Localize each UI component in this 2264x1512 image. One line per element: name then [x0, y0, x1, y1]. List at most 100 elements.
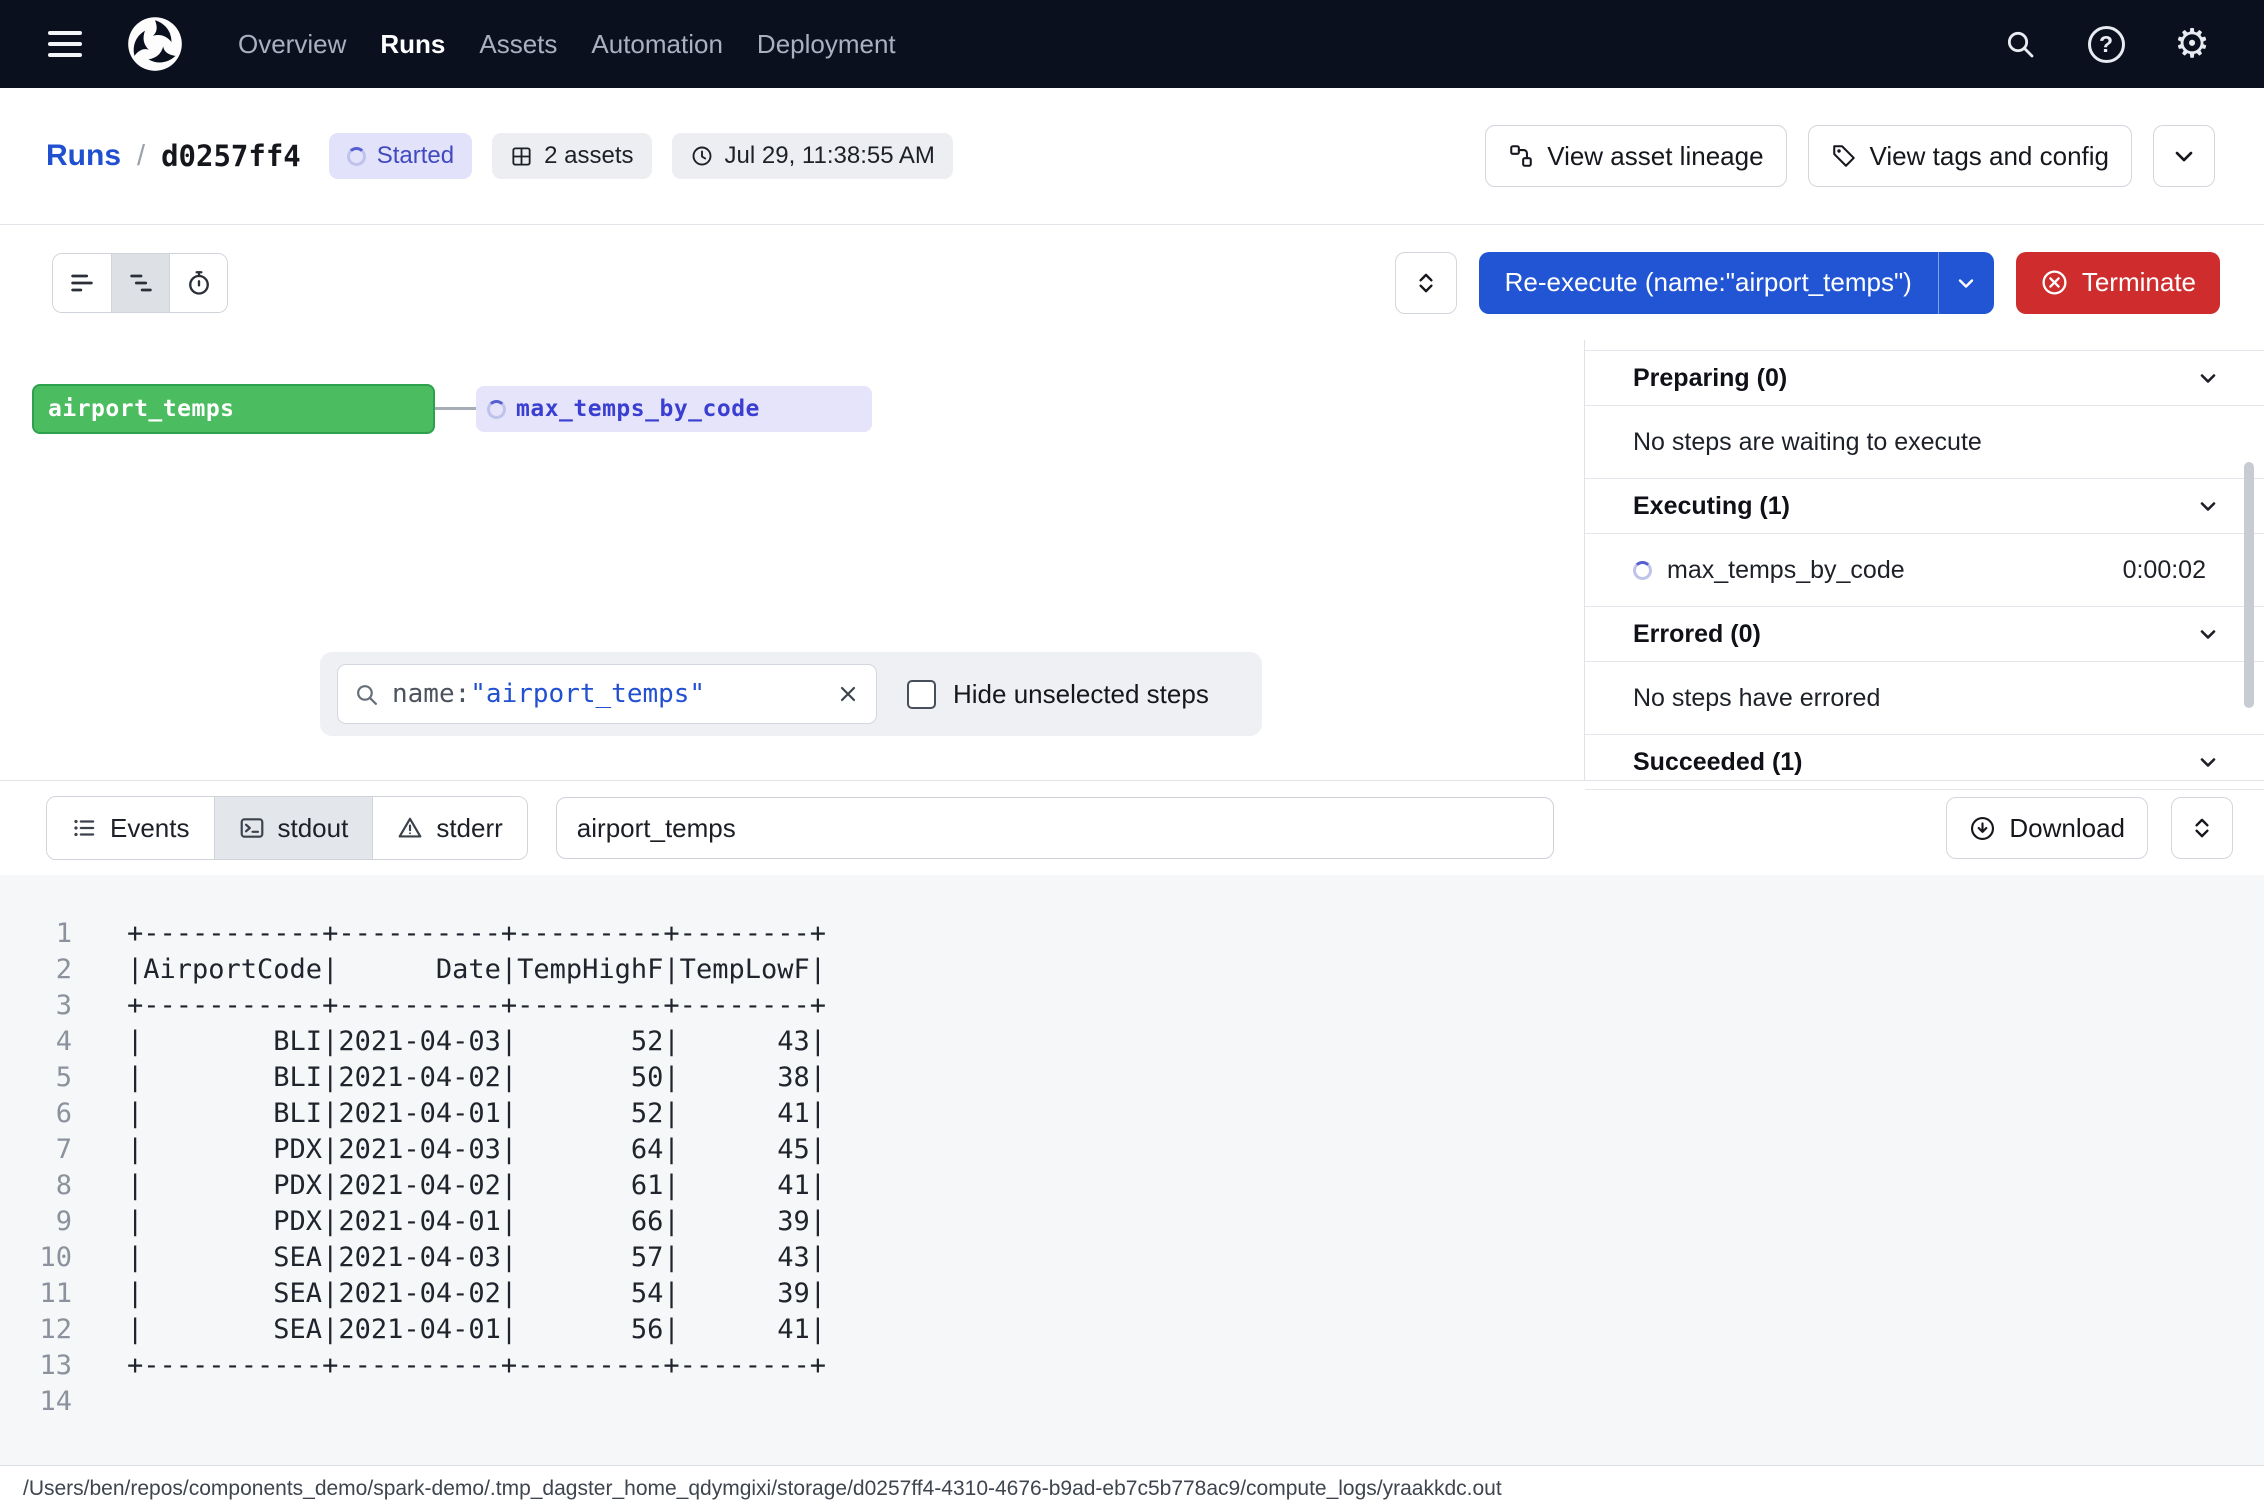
log-line-number: 9	[0, 1204, 72, 1240]
log-line-number: 11	[0, 1276, 72, 1312]
executing-elapsed-time: 0:00:02	[2123, 556, 2206, 585]
reexecute-label: Re-execute (name:"airport_temps")	[1505, 267, 1912, 298]
log-line-text: |AirportCode| Date|TempHighF|TempLowF|	[127, 952, 826, 988]
tab-stdout[interactable]: stdout	[214, 797, 373, 859]
hide-unselected-checkbox[interactable]	[907, 680, 936, 709]
log-row: 11| SEA|2021-04-02| 54| 39|	[0, 1276, 2264, 1312]
log-row: 10| SEA|2021-04-03| 57| 43|	[0, 1240, 2264, 1276]
search-icon	[2004, 28, 2036, 60]
expand-panel-button[interactable]	[1395, 252, 1457, 314]
nav-item-overview[interactable]: Overview	[238, 29, 346, 60]
clock-icon	[690, 144, 714, 168]
log-line-text: | PDX|2021-04-03| 64| 45|	[127, 1132, 826, 1168]
view-tags-config-button[interactable]: View tags and config	[1808, 125, 2132, 187]
preparing-empty-text: No steps are waiting to execute	[1585, 406, 2264, 478]
log-bar-actions: Download	[1946, 797, 2233, 859]
log-file-path-bar: /Users/ben/repos/components_demo/spark-d…	[0, 1465, 2264, 1512]
log-line-text: | PDX|2021-04-02| 61| 41|	[127, 1168, 826, 1204]
hide-unselected-label: Hide unselected steps	[953, 679, 1209, 710]
run-main-area: airport_temps max_temps_by_code name: "a	[0, 340, 2264, 780]
help-button[interactable]: ?	[2078, 16, 2134, 72]
step-filter-bar: name: "airport_temps" Hide unselected st…	[320, 652, 1262, 736]
log-line-number: 6	[0, 1096, 72, 1132]
terminal-icon	[239, 815, 265, 841]
log-line-text: | SEA|2021-04-01| 56| 41|	[127, 1312, 826, 1348]
view-tags-config-label: View tags and config	[1870, 141, 2109, 172]
chevron-down-icon	[2196, 366, 2220, 390]
hamburger-menu-icon[interactable]	[48, 24, 88, 64]
log-line-text: +-----------+----------+---------+------…	[127, 1348, 826, 1384]
run-header-more-button[interactable]	[2153, 125, 2215, 187]
gantt-step-executing[interactable]: max_temps_by_code	[476, 386, 872, 432]
log-row: 1+-----------+----------+---------+-----…	[0, 916, 2264, 952]
log-line-text: | BLI|2021-04-01| 52| 41|	[127, 1096, 826, 1132]
tab-stderr-label: stderr	[436, 813, 502, 844]
log-line-text: | SEA|2021-04-03| 57| 43|	[127, 1240, 826, 1276]
chevron-down-icon	[2170, 142, 2198, 170]
log-row: 7 | PDX|2021-04-03| 64| 45|	[0, 1132, 2264, 1168]
panel-scrollbar[interactable]	[2244, 462, 2254, 708]
nav-item-automation[interactable]: Automation	[591, 29, 723, 60]
settings-button[interactable]: ⚙	[2164, 16, 2220, 72]
list-icon	[71, 815, 97, 841]
waterfall-view-toggle[interactable]	[111, 254, 169, 312]
download-icon	[1969, 815, 1996, 842]
log-line-number: 8	[0, 1168, 72, 1204]
section-title: Errored (0)	[1633, 620, 1761, 649]
close-icon	[836, 682, 860, 706]
expand-logs-button[interactable]	[2171, 797, 2233, 859]
terminate-button[interactable]: Terminate	[2016, 252, 2220, 314]
section-header-preparing[interactable]: Preparing (0)	[1585, 350, 2264, 406]
section-header-executing[interactable]: Executing (1)	[1585, 478, 2264, 534]
tab-events-label: Events	[110, 813, 190, 844]
clear-filter-button[interactable]	[836, 682, 860, 706]
log-row: 5| BLI|2021-04-02| 50| 38|	[0, 1060, 2264, 1096]
section-header-succeeded[interactable]: Succeeded (1)	[1585, 734, 2264, 790]
tab-events[interactable]: Events	[47, 797, 214, 859]
dagster-logo-icon[interactable]	[122, 11, 188, 77]
navbar-actions: ? ⚙	[1992, 16, 2220, 72]
reexecute-button[interactable]: Re-execute (name:"airport_temps")	[1479, 252, 1938, 314]
flat-view-toggle[interactable]	[53, 254, 111, 312]
log-row: 12| SEA|2021-04-01| 56| 41|	[0, 1312, 2264, 1348]
executing-step-row[interactable]: max_temps_by_code 0:00:02	[1585, 534, 2264, 606]
log-file-path: /Users/ben/repos/components_demo/spark-d…	[23, 1477, 1502, 1501]
stdout-log-viewer[interactable]: 1+-----------+----------+---------+-----…	[0, 875, 2264, 1465]
breadcrumb-runs-link[interactable]: Runs	[46, 139, 121, 173]
log-row: 2|AirportCode| Date|TempHighF|TempLowF|	[0, 952, 2264, 988]
log-line-number: 13	[0, 1348, 72, 1384]
view-asset-lineage-button[interactable]: View asset lineage	[1485, 125, 1786, 187]
timestamp-badge-label: Jul 29, 11:38:55 AM	[725, 142, 935, 170]
timer-view-toggle[interactable]	[169, 254, 227, 312]
nav-item-deployment[interactable]: Deployment	[757, 29, 896, 60]
log-row: 3+-----------+----------+---------+-----…	[0, 988, 2264, 1024]
log-step-input[interactable]	[556, 797, 1554, 859]
reexecute-dropdown-button[interactable]	[1938, 252, 1994, 314]
section-header-errored[interactable]: Errored (0)	[1585, 606, 2264, 662]
chevron-down-icon	[2196, 494, 2220, 518]
assets-badge-label: 2 assets	[544, 142, 633, 170]
unfold-icon	[1413, 270, 1439, 296]
errored-empty-text: No steps have errored	[1585, 662, 2264, 734]
grid-icon	[510, 145, 533, 168]
tab-stderr[interactable]: stderr	[372, 797, 526, 859]
filter-query-text: name: "airport_temps"	[392, 679, 823, 709]
assets-badge[interactable]: 2 assets	[492, 133, 651, 179]
chevron-down-icon	[2196, 622, 2220, 646]
log-line-text: | BLI|2021-04-03| 52| 43|	[127, 1024, 826, 1060]
log-row: 4| BLI|2021-04-03| 52| 43|	[0, 1024, 2264, 1060]
filter-query-value: "airport_temps"	[470, 679, 705, 709]
nav-item-assets[interactable]: Assets	[479, 29, 557, 60]
step-filter-input[interactable]: name: "airport_temps"	[337, 664, 877, 724]
download-button[interactable]: Download	[1946, 797, 2148, 859]
log-tab-bar: Events stdout stderr	[0, 780, 2264, 875]
help-icon: ?	[2088, 26, 2125, 63]
search-icon	[354, 682, 379, 707]
gantt-flat-icon	[68, 269, 96, 297]
log-line-number: 7	[0, 1132, 72, 1168]
nav-item-runs[interactable]: Runs	[380, 29, 445, 60]
search-button[interactable]	[1992, 16, 2048, 72]
download-label: Download	[2009, 813, 2125, 844]
gantt-step-succeeded[interactable]: airport_temps	[32, 384, 435, 434]
run-id: d0257ff4	[161, 139, 301, 173]
